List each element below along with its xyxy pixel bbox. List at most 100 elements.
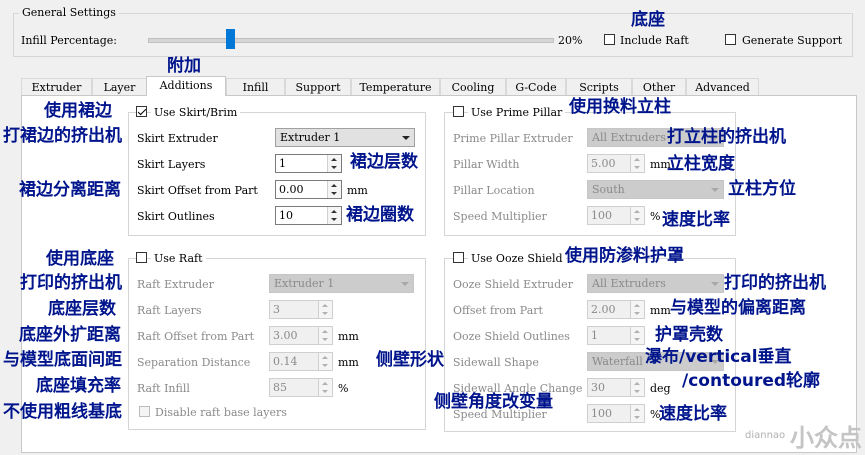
infill-slider-track[interactable]	[148, 29, 554, 49]
skirt-offset-unit: mm	[347, 184, 368, 197]
spin-up-icon[interactable]	[634, 382, 640, 385]
chevron-down-icon	[711, 188, 719, 192]
infill-slider-handle[interactable]	[226, 29, 235, 49]
spin-down-icon[interactable]	[322, 312, 328, 315]
skirt-outlines-label: Skirt Outlines	[137, 210, 215, 223]
raft-infill-spinbox[interactable]: 85	[269, 378, 333, 397]
separation-distance-unit: mm	[338, 356, 359, 369]
pillar-location-select[interactable]: South	[587, 180, 724, 199]
spin-up-icon[interactable]	[634, 158, 640, 161]
annotation-sidewall-shape: 侧壁形状	[376, 350, 444, 370]
spin-down-icon[interactable]	[322, 390, 328, 393]
spin-up-icon[interactable]	[322, 330, 328, 333]
spin-down-icon[interactable]	[634, 218, 640, 221]
tab-advanced[interactable]: Advanced	[686, 78, 759, 95]
spin-down-icon[interactable]	[634, 312, 640, 315]
tab-gcode[interactable]: G-Code	[506, 78, 566, 95]
spin-down-icon[interactable]	[331, 192, 337, 195]
spin-up-icon[interactable]	[322, 304, 328, 307]
ooze-outlines-spinbox[interactable]: 1	[587, 326, 645, 345]
annotation-pillar-location: 立柱方位	[728, 179, 796, 199]
spin-down-icon[interactable]	[322, 338, 328, 341]
skirt-extruder-value: Extruder 1	[280, 131, 341, 144]
raft-extruder-value: Extruder 1	[274, 277, 335, 290]
spin-up-icon[interactable]	[634, 304, 640, 307]
spin-up-icon[interactable]	[331, 158, 337, 161]
ooze-offset-label: Offset from Part	[453, 304, 543, 317]
spin-up-icon[interactable]	[322, 382, 328, 385]
spin-up-icon[interactable]	[331, 210, 337, 213]
annotation-skirt-extruder: 打裙边的挤出机	[3, 126, 122, 146]
tab-layer[interactable]: Layer	[92, 78, 147, 95]
prime-speed-spinbox[interactable]: 100	[587, 206, 645, 225]
use-raft-checkbox[interactable]	[136, 252, 147, 263]
skirt-offset-spinbox[interactable]: 0.00	[275, 180, 342, 199]
annotation-ooze-extruder: 打印的挤出机	[724, 273, 826, 293]
spin-down-icon[interactable]	[322, 364, 328, 367]
include-raft-checkbox[interactable]	[604, 34, 615, 45]
chevron-down-icon	[401, 282, 409, 286]
ooze-extruder-select[interactable]: All Extruders	[587, 274, 724, 293]
tab-infill[interactable]: Infill	[226, 78, 285, 95]
use-skirt-checkbox[interactable]	[136, 106, 147, 117]
spin-up-icon[interactable]	[634, 408, 640, 411]
spin-down-icon[interactable]	[331, 218, 337, 221]
disable-raft-base-label: Disable raft base layers	[155, 406, 287, 419]
raft-infill-value: 85	[273, 381, 287, 394]
spin-up-icon[interactable]	[634, 210, 640, 213]
tab-additions[interactable]: Additions	[146, 76, 226, 96]
skirt-offset-label: Skirt Offset from Part	[137, 184, 258, 197]
spin-down-icon[interactable]	[634, 338, 640, 341]
spin-up-icon[interactable]	[634, 330, 640, 333]
pillar-width-spinbox[interactable]: 5.00	[587, 154, 645, 173]
annotation-ooze-speed: 速度比率	[659, 404, 727, 424]
spin-down-icon[interactable]	[634, 416, 640, 419]
spin-down-icon[interactable]	[331, 166, 337, 169]
ooze-speed-spinbox[interactable]: 100	[587, 404, 645, 423]
skirt-extruder-select[interactable]: Extruder 1	[275, 128, 415, 147]
skirt-layers-label: Skirt Layers	[137, 158, 206, 171]
raft-offset-spinbox[interactable]: 3.00	[269, 326, 333, 345]
annotation-raft-separation: 与模型底面间距	[3, 350, 122, 370]
separation-distance-label: Separation Distance	[137, 356, 251, 369]
tab-scripts[interactable]: Scripts	[566, 78, 632, 95]
annotation-skirt-outlines: 裙边圈数	[346, 205, 414, 225]
skirt-outlines-spinbox[interactable]: 10	[275, 206, 342, 225]
sidewall-angle-spinbox[interactable]: 30	[587, 378, 645, 397]
spin-down-icon[interactable]	[634, 166, 640, 169]
use-prime-pillar-checkbox[interactable]	[453, 106, 464, 117]
generate-support-checkbox[interactable]	[725, 34, 736, 45]
spin-up-icon[interactable]	[322, 356, 328, 359]
raft-layers-label: Raft Layers	[137, 304, 202, 317]
ooze-outlines-value: 1	[591, 329, 598, 342]
annotation-raft-offset: 底座外扩距离	[19, 325, 121, 345]
separation-distance-spinbox[interactable]: 0.14	[269, 352, 333, 371]
annotation-prime-speed: 速度比率	[662, 210, 730, 230]
tab-temperature[interactable]: Temperature	[351, 78, 440, 95]
raft-layers-value: 3	[273, 303, 280, 316]
raft-layers-spinbox[interactable]: 3	[269, 300, 333, 319]
tab-support[interactable]: Support	[285, 78, 351, 95]
prime-speed-unit: %	[650, 210, 661, 223]
spin-down-icon[interactable]	[634, 390, 640, 393]
watermark-logo: 小众点	[790, 424, 862, 452]
prime-speed-value: 100	[591, 209, 612, 222]
generate-support-label: Generate Support	[742, 34, 843, 47]
annotation-raft-top: 底座	[631, 10, 665, 30]
tab-other[interactable]: Other	[632, 78, 686, 95]
skirt-layers-spinbox[interactable]: 1	[275, 154, 342, 173]
use-ooze-shield-checkbox[interactable]	[453, 252, 464, 263]
raft-extruder-select[interactable]: Extruder 1	[269, 274, 414, 293]
pillar-location-label: Pillar Location	[453, 184, 535, 197]
annotation-ooze-outlines: 护罩壳数	[655, 325, 723, 345]
spin-up-icon[interactable]	[331, 184, 337, 187]
prime-speed-label: Speed Multiplier	[453, 210, 547, 223]
annotation-use-raft: 使用底座	[46, 249, 114, 269]
annotation-sidewall-options-2: /contoured轮廓	[682, 371, 821, 391]
tab-cooling[interactable]: Cooling	[440, 78, 506, 95]
tab-extruder[interactable]: Extruder	[21, 78, 92, 95]
ooze-offset-spinbox[interactable]: 2.00	[587, 300, 645, 319]
pillar-width-value: 5.00	[591, 157, 616, 170]
annotation-raft-extruder: 打印的挤出机	[20, 273, 122, 293]
disable-raft-base-checkbox[interactable]	[139, 406, 150, 417]
